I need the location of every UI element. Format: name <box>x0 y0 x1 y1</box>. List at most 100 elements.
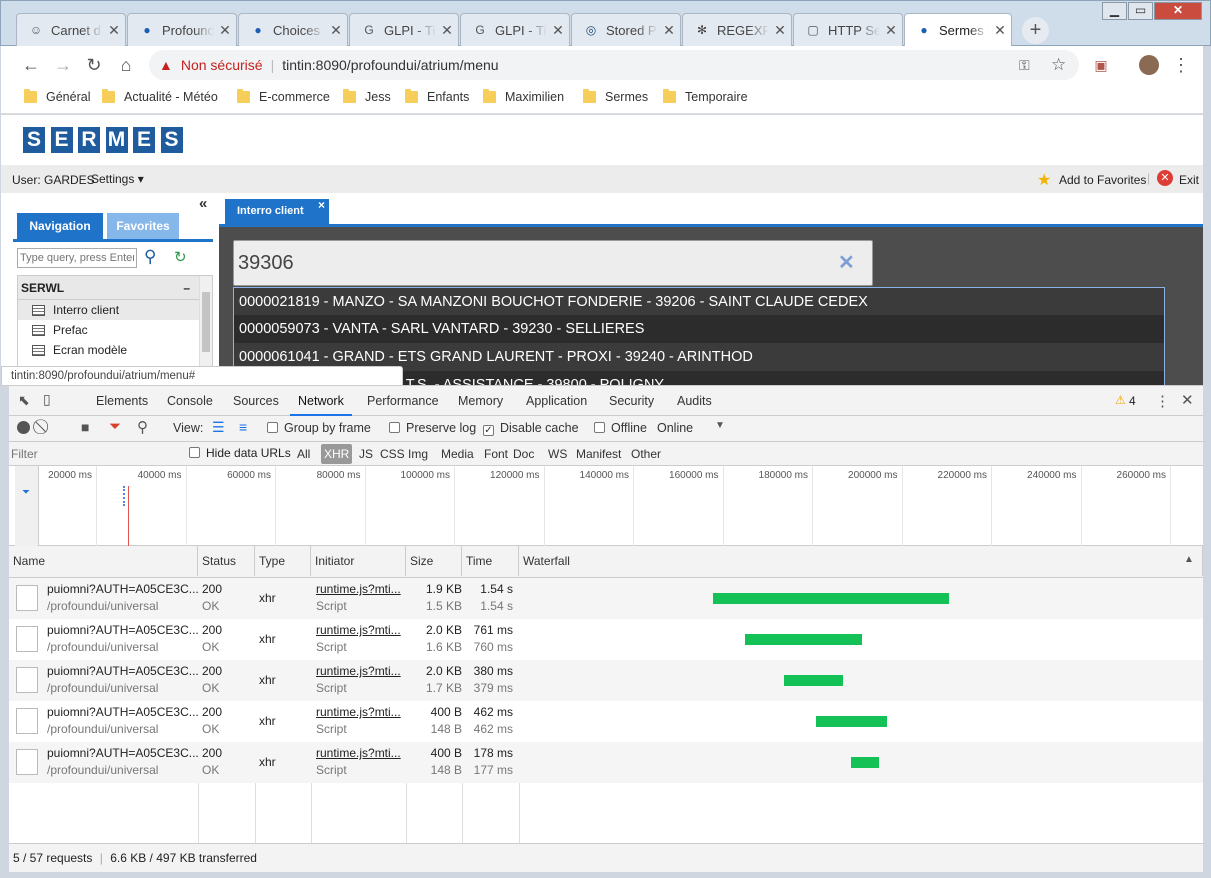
offline-checkbox[interactable]: Offline <box>594 421 647 435</box>
filter-css[interactable]: CSS <box>377 444 408 464</box>
browser-tab[interactable]: G GLPI - Ti ✕ <box>460 13 570 46</box>
filter-js[interactable]: JS <box>356 444 376 464</box>
browser-tab[interactable]: ✻ REGEXP_✕ <box>682 13 792 46</box>
tab-favorites[interactable]: Favorites <box>107 213 179 239</box>
forward-icon[interactable]: → <box>51 53 75 77</box>
search-icon[interactable]: ⚲ <box>144 247 156 267</box>
result-row[interactable]: 0000059073 - VANTA - SARL VANTARD - 3923… <box>233 315 1165 343</box>
table-row[interactable]: puiomni?AUTH=A05CE3C... /profoundui/unive… <box>9 742 1203 783</box>
exit-link[interactable]: Exit <box>1179 173 1199 187</box>
close-tab-icon[interactable]: ✕ <box>769 22 791 39</box>
bookmark-5[interactable]: Maximilien <box>483 89 564 104</box>
waterfall-bar[interactable] <box>713 593 949 604</box>
warning-icon[interactable]: ⚠ <box>1115 393 1126 407</box>
sort-icon[interactable]: ▲ <box>1184 554 1194 565</box>
close-window-button[interactable]: ✕ <box>1154 2 1202 20</box>
close-tab-icon[interactable]: ✕ <box>214 22 236 39</box>
pdf-extension-icon[interactable]: ▣ <box>1089 53 1113 77</box>
filter-doc[interactable]: Doc <box>510 444 537 464</box>
filter-all[interactable]: All <box>294 444 313 464</box>
warning-count[interactable]: 4 <box>1129 394 1136 408</box>
close-tab-icon[interactable]: ✕ <box>103 22 125 39</box>
table-row[interactable]: puiomni?AUTH=A05CE3C... /profoundui/unive… <box>9 619 1203 660</box>
tab-memory[interactable]: Memory <box>450 386 511 416</box>
refresh-icon[interactable]: ↻ <box>174 248 187 266</box>
filter-xhr[interactable]: XHR <box>321 444 353 464</box>
maximize-button[interactable]: ▭ <box>1128 2 1153 20</box>
address-bar[interactable]: ▲ Non sécurisé | tintin:8090/profoundui/… <box>149 50 1079 80</box>
initiator-link[interactable]: runtime.js?mti... <box>316 704 401 721</box>
group-by-frame-checkbox[interactable]: Group by frame <box>267 421 371 435</box>
column-status[interactable]: Status <box>198 546 255 576</box>
close-tab-icon[interactable]: ✕ <box>436 22 458 39</box>
large-rows-icon[interactable]: ☰ <box>212 419 225 436</box>
browser-tab[interactable]: ◎ Stored Pr ✕ <box>571 13 681 46</box>
menu-item[interactable]: Interro client <box>18 300 212 320</box>
bookmark-0[interactable]: Général <box>24 89 90 104</box>
filter-icon[interactable]: ⏷ <box>109 418 121 435</box>
home-icon[interactable]: ⌂ <box>114 53 138 77</box>
camera-icon[interactable]: ■ <box>81 419 89 435</box>
filter-font[interactable]: Font <box>481 444 511 464</box>
search-box[interactable]: 39306 ✕ <box>233 240 873 286</box>
initiator-link[interactable]: runtime.js?mti... <box>316 663 401 680</box>
tab-navigation[interactable]: Navigation <box>17 213 103 239</box>
column-waterfall[interactable]: Waterfall <box>519 546 1203 576</box>
warning-icon[interactable]: ▲ <box>159 57 173 73</box>
table-row[interactable]: puiomni?AUTH=A05CE3C... /profoundui/unive… <box>9 701 1203 742</box>
star-icon[interactable]: ☆ <box>1051 55 1066 75</box>
search-value[interactable]: 39306 <box>238 252 294 275</box>
browser-tab[interactable]: ● Sermes V✕ <box>904 13 1012 46</box>
avatar[interactable] <box>1137 53 1161 77</box>
overview-handle[interactable] <box>15 466 39 546</box>
group-header[interactable]: SERWL – <box>18 276 212 300</box>
overview-icon[interactable]: ≡ <box>239 419 247 435</box>
query-input[interactable] <box>17 248 137 268</box>
bookmark-7[interactable]: Temporaire <box>663 89 748 104</box>
collapse-icon[interactable]: « <box>199 195 207 212</box>
column-time[interactable]: Time <box>462 546 519 576</box>
menu-item[interactable]: Ecran modèle <box>18 340 212 360</box>
more-icon[interactable]: ⋮ <box>1155 392 1170 410</box>
tab-network[interactable]: Network <box>290 386 352 416</box>
record-icon[interactable] <box>17 421 30 434</box>
tab-sources[interactable]: Sources <box>225 386 287 416</box>
close-tab-icon[interactable]: ✕ <box>880 22 902 39</box>
table-row[interactable]: puiomni?AUTH=A05CE3C... /profoundui/unive… <box>9 578 1203 619</box>
bookmark-3[interactable]: Jess <box>343 89 391 104</box>
bookmark-1[interactable]: Actualité - Météo <box>102 89 218 104</box>
filter-manifest[interactable]: Manifest <box>573 444 624 464</box>
close-tab-icon[interactable]: × <box>318 193 325 218</box>
initiator-link[interactable]: runtime.js?mti... <box>316 622 401 639</box>
device-icon[interactable]: ▯ <box>43 391 51 408</box>
close-tab-icon[interactable]: ✕ <box>325 22 347 39</box>
tab-audits[interactable]: Audits <box>669 386 720 416</box>
column-type[interactable]: Type <box>255 546 311 576</box>
inspect-icon[interactable]: ⬉ <box>18 392 30 409</box>
collapse-group-icon[interactable]: – <box>183 276 190 300</box>
close-tab-icon[interactable]: ✕ <box>547 22 569 39</box>
add-favorites-link[interactable]: Add to Favorites <box>1059 173 1146 187</box>
close-tab-icon[interactable]: ✕ <box>989 22 1011 39</box>
tab-elements[interactable]: Elements <box>88 386 156 416</box>
chevron-down-icon[interactable]: ▼ <box>715 420 725 431</box>
browser-tab[interactable]: ● Choices ✕ <box>238 13 348 46</box>
waterfall-bar[interactable] <box>850 757 879 768</box>
column-name[interactable]: Name <box>9 546 198 576</box>
reload-icon[interactable]: ↻ <box>82 53 106 77</box>
waterfall-bar[interactable] <box>815 716 887 727</box>
browser-tab[interactable]: ☺ Carnet d ✕ <box>16 13 126 46</box>
close-devtools-icon[interactable]: ✕ <box>1181 391 1194 409</box>
url-text[interactable]: tintin:8090/profoundui/atrium/menu <box>282 57 498 73</box>
throttle-select[interactable]: Online <box>657 421 693 435</box>
column-initiator[interactable]: Initiator <box>311 546 406 576</box>
back-icon[interactable]: ← <box>19 53 43 77</box>
filter-other[interactable]: Other <box>628 444 664 464</box>
waterfall-bar[interactable] <box>744 634 862 645</box>
waterfall-bar[interactable] <box>784 675 843 686</box>
column-size[interactable]: Size <box>406 546 462 576</box>
filter-input[interactable] <box>11 445 171 463</box>
settings-menu[interactable]: Settings ▾ <box>91 172 144 186</box>
initiator-link[interactable]: runtime.js?mti... <box>316 745 401 762</box>
tab-console[interactable]: Console <box>159 386 221 416</box>
